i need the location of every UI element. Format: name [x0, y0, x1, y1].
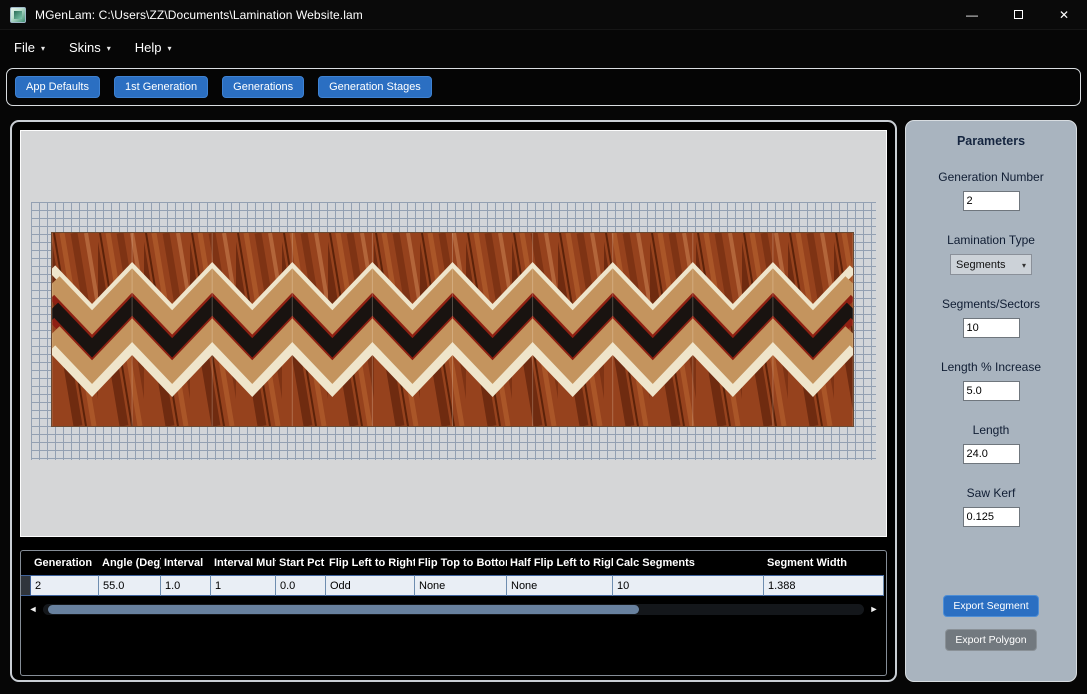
window-controls: — ✕ [949, 0, 1087, 29]
generation-number-label: Generation Number [938, 170, 1043, 184]
col-header-interval: Interval [161, 557, 211, 569]
chevron-down-icon: ▾ [41, 44, 45, 53]
app-defaults-button[interactable]: App Defaults [15, 76, 100, 98]
horizontal-scrollbar: ◄ ► [21, 602, 886, 616]
col-header-start-pct: Start Pct [276, 557, 326, 569]
generation-number-input[interactable] [963, 191, 1020, 211]
chevron-down-icon: ▾ [107, 44, 111, 53]
menu-file-label: File [14, 40, 35, 55]
cell-half-flip-lr[interactable]: None [507, 575, 613, 596]
segments-sectors-label: Segments/Sectors [942, 297, 1040, 311]
segments-sectors-input[interactable] [963, 318, 1020, 338]
export-segment-button[interactable]: Export Segment [943, 595, 1038, 617]
col-header-calc-segments: Calc Segments [613, 557, 764, 569]
parameters-title: Parameters [957, 134, 1025, 148]
cell-angle[interactable]: 55.0 [99, 575, 161, 596]
lamination-type-select[interactable]: Segments ▾ [950, 254, 1032, 275]
scrollbar-track[interactable] [43, 604, 864, 615]
minimize-icon[interactable]: — [949, 0, 995, 29]
lamination-pattern-svg [52, 233, 853, 426]
maximize-box [1014, 10, 1023, 19]
main-panel: Generation Angle (Deg) Interval Interval… [10, 120, 897, 682]
grid-band [31, 202, 876, 460]
col-header-interval-mult: Interval Mult. [211, 557, 276, 569]
table-header-row: Generation Angle (Deg) Interval Interval… [21, 551, 886, 575]
export-polygon-button[interactable]: Export Polygon [945, 629, 1036, 651]
lamination-canvas [20, 130, 887, 537]
table-row: 2 55.0 1.0 1 0.0 Odd None None 10 1.388 [21, 575, 886, 596]
cell-flip-tb[interactable]: None [415, 575, 507, 596]
scroll-right-icon[interactable]: ► [866, 602, 882, 616]
row-selector[interactable] [21, 575, 31, 596]
length-pct-increase-label: Length % Increase [941, 360, 1041, 374]
lamination-type-value: Segments [956, 259, 1006, 271]
col-header-flip-tb: Flip Top to Bottom [415, 557, 507, 569]
saw-kerf-input[interactable] [963, 507, 1020, 527]
length-input[interactable] [963, 444, 1020, 464]
scrollbar-thumb[interactable] [48, 605, 639, 614]
window-title: MGenLam: C:\Users\ZZ\Documents\Laminatio… [35, 8, 363, 22]
generation-table-panel: Generation Angle (Deg) Interval Interval… [20, 550, 887, 676]
menu-skins[interactable]: Skins ▾ [69, 40, 111, 55]
col-header-flip-lr: Flip Left to Right [326, 557, 415, 569]
cell-calc-segments[interactable]: 10 [613, 575, 764, 596]
cell-start-pct[interactable]: 0.0 [276, 575, 326, 596]
col-header-segment-width: Segment Width [764, 557, 884, 569]
col-header-half-flip-lr: Half Flip Left to Right [507, 557, 613, 569]
chevron-down-icon: ▾ [1022, 261, 1026, 270]
col-header-angle: Angle (Deg) [99, 557, 161, 569]
lamination-preview [52, 233, 853, 426]
maximize-icon[interactable] [995, 0, 1041, 29]
cell-segment-width[interactable]: 1.388 [764, 575, 884, 596]
chevron-down-icon: ▾ [168, 44, 172, 53]
col-header-generation: Generation [31, 557, 99, 569]
generation-stages-button[interactable]: Generation Stages [318, 76, 432, 98]
length-label: Length [973, 423, 1010, 437]
parameters-panel: Parameters Generation Number Lamination … [905, 120, 1077, 682]
cell-interval[interactable]: 1.0 [161, 575, 211, 596]
generations-button[interactable]: Generations [222, 76, 304, 98]
menu-file[interactable]: File ▾ [14, 40, 45, 55]
cell-flip-lr[interactable]: Odd [326, 575, 415, 596]
app-icon [10, 7, 26, 23]
length-pct-increase-input[interactable] [963, 381, 1020, 401]
toolbar: App Defaults 1st Generation Generations … [6, 68, 1081, 106]
title-bar: MGenLam: C:\Users\ZZ\Documents\Laminatio… [0, 0, 1087, 30]
menu-bar: File ▾ Skins ▾ Help ▾ [0, 30, 1087, 64]
first-generation-button[interactable]: 1st Generation [114, 76, 208, 98]
cell-interval-mult[interactable]: 1 [211, 575, 276, 596]
lamination-type-label: Lamination Type [947, 233, 1035, 247]
scroll-left-icon[interactable]: ◄ [25, 602, 41, 616]
menu-skins-label: Skins [69, 40, 101, 55]
close-icon[interactable]: ✕ [1041, 0, 1087, 29]
saw-kerf-label: Saw Kerf [967, 486, 1016, 500]
cell-generation[interactable]: 2 [31, 575, 99, 596]
menu-help[interactable]: Help ▾ [135, 40, 172, 55]
menu-help-label: Help [135, 40, 162, 55]
